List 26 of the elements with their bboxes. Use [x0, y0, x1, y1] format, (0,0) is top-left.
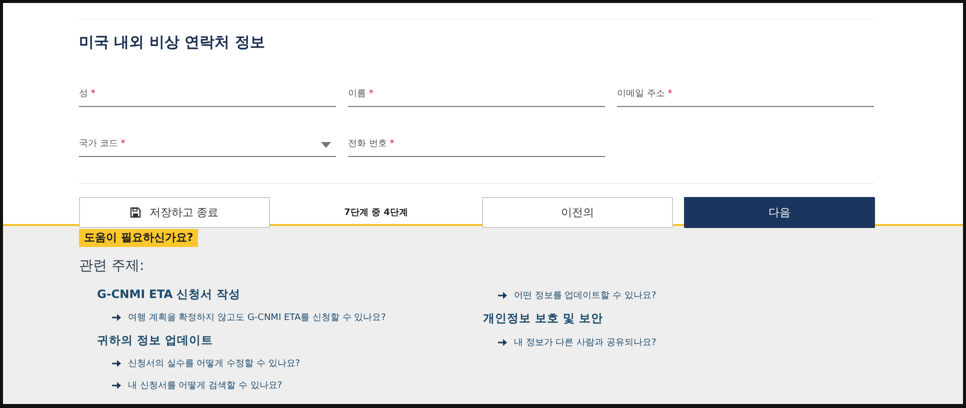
topic-link[interactable]: 여행 계획을 확정하지 않고도 G-CNMI ETA를 신청할 수 있나요?: [128, 311, 386, 324]
save-and-exit-button[interactable]: 저장하고 종료: [79, 197, 270, 228]
arrow-icon: [498, 339, 507, 346]
help-badge: 도움이 필요하신가요?: [79, 229, 198, 247]
input-field[interactable]: 국가 코드 *: [79, 119, 336, 157]
topic-link[interactable]: 내 신청서를 어떻게 검색할 수 있나요?: [128, 379, 282, 392]
caret-icon: [321, 142, 331, 148]
arrow-icon: [112, 360, 121, 367]
topic-heading: 개인정보 보호 및 보안: [483, 311, 604, 327]
topic-link[interactable]: 어떤 정보를 업데이트할 수 있나요?: [514, 289, 656, 302]
topic-heading: 귀하의 정보 업데이트: [97, 333, 214, 349]
arrow-icon: [112, 382, 121, 389]
topic-heading: G-CNMI ETA 신청서 작성: [97, 287, 242, 303]
topic-link[interactable]: 신청서의 실수를 어떻게 수정할 수 있나요?: [128, 357, 300, 370]
related-topics-heading: 관련 주제:: [79, 257, 146, 275]
section-title: 미국 내외 비상 연락처 정보: [79, 33, 266, 53]
back-button[interactable]: 이전의: [482, 197, 673, 228]
input-field[interactable]: 성 *: [79, 69, 336, 107]
input-field[interactable]: 이메일 주소 *: [617, 69, 874, 107]
next-button[interactable]: 다음: [684, 197, 875, 228]
step-indicator: 7단계 중 4단계: [343, 207, 409, 219]
arrow-icon: [112, 314, 121, 321]
input-field[interactable]: 이름 *: [348, 69, 605, 107]
input-field[interactable]: 전화 번호 *: [348, 119, 605, 157]
topic-link[interactable]: 내 정보가 다른 사람과 공유되나요?: [514, 336, 656, 349]
arrow-icon: [498, 292, 507, 299]
